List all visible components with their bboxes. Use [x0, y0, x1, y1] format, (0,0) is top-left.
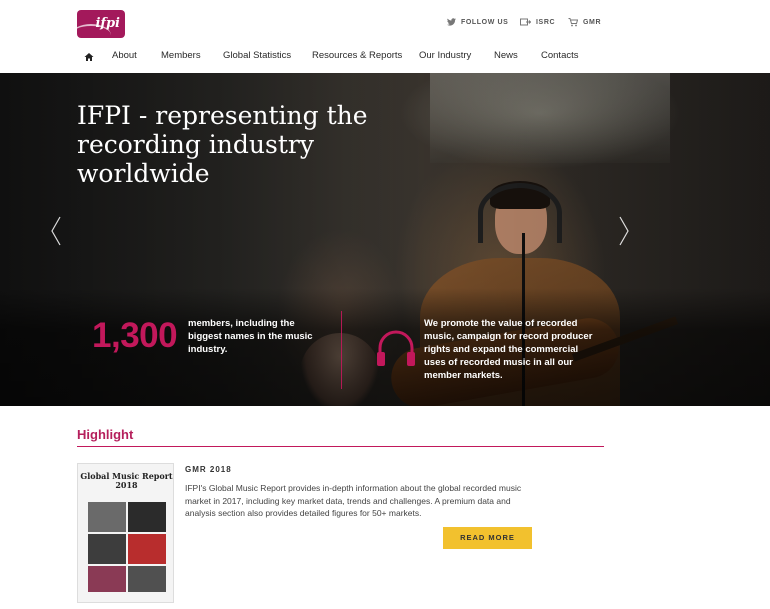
header: ifpi FOLLOW US ISRC GMR [0, 0, 770, 44]
nav-item-news[interactable]: News [494, 50, 518, 61]
cart-icon [568, 17, 578, 26]
nav-item-contacts[interactable]: Contacts [541, 50, 579, 61]
gmr-report-cover[interactable]: Global Music Report 2018 [77, 463, 174, 603]
hero-title: IFPI - representing the recording indust… [77, 101, 368, 188]
twitter-icon [447, 18, 456, 26]
gmr-label: GMR [583, 18, 602, 26]
cover-photo-3 [88, 534, 126, 564]
follow-us-label: FOLLOW US [461, 18, 509, 26]
hero-divider [341, 311, 342, 389]
cover-photo-6 [128, 566, 166, 592]
read-more-button[interactable]: READ MORE [443, 527, 532, 549]
isrc-link[interactable]: ISRC [520, 15, 555, 29]
highlight-item-title: GMR 2018 [185, 465, 232, 474]
chevron-right-icon [619, 216, 629, 246]
isrc-label: ISRC [536, 18, 556, 26]
nav-item-about[interactable]: About [112, 50, 137, 61]
headphones-icon [377, 330, 415, 366]
hero-banner: IFPI - representing the recording indust… [0, 73, 770, 406]
members-description: members, including the biggest names in … [188, 318, 313, 355]
cover-photo-5 [88, 566, 126, 592]
main-nav: About Members Global Statistics Resource… [0, 50, 770, 66]
cover-photo-2 [128, 502, 166, 532]
chevron-left-icon [51, 216, 61, 246]
carousel-prev-button[interactable] [50, 216, 62, 246]
members-count: 1,300 [92, 316, 178, 355]
isrc-icon [520, 18, 531, 26]
logo-text: ifpi [95, 16, 120, 31]
cover-title: Global Music Report 2018 [80, 471, 173, 490]
cover-photo-1 [88, 502, 126, 532]
section-divider [77, 446, 604, 447]
nav-item-members[interactable]: Members [161, 50, 201, 61]
nav-item-resources-reports[interactable]: Resources & Reports [312, 50, 402, 61]
follow-us-link[interactable]: FOLLOW US [447, 15, 508, 29]
gmr-link[interactable]: GMR [568, 15, 601, 29]
nav-item-our-industry[interactable]: Our Industry [419, 50, 471, 61]
nav-item-global-statistics[interactable]: Global Statistics [223, 50, 291, 61]
section-title-highlight: Highlight [77, 427, 134, 442]
cover-photo-4 [128, 534, 166, 564]
highlight-section: Highlight Global Music Report 2018 GMR 2… [0, 406, 770, 609]
highlight-item-description: IFPI's Global Music Report provides in-d… [185, 483, 522, 518]
ifpi-logo[interactable]: ifpi [77, 10, 125, 38]
mission-statement: We promote the value of recorded music, … [424, 318, 593, 381]
carousel-next-button[interactable] [618, 216, 630, 246]
